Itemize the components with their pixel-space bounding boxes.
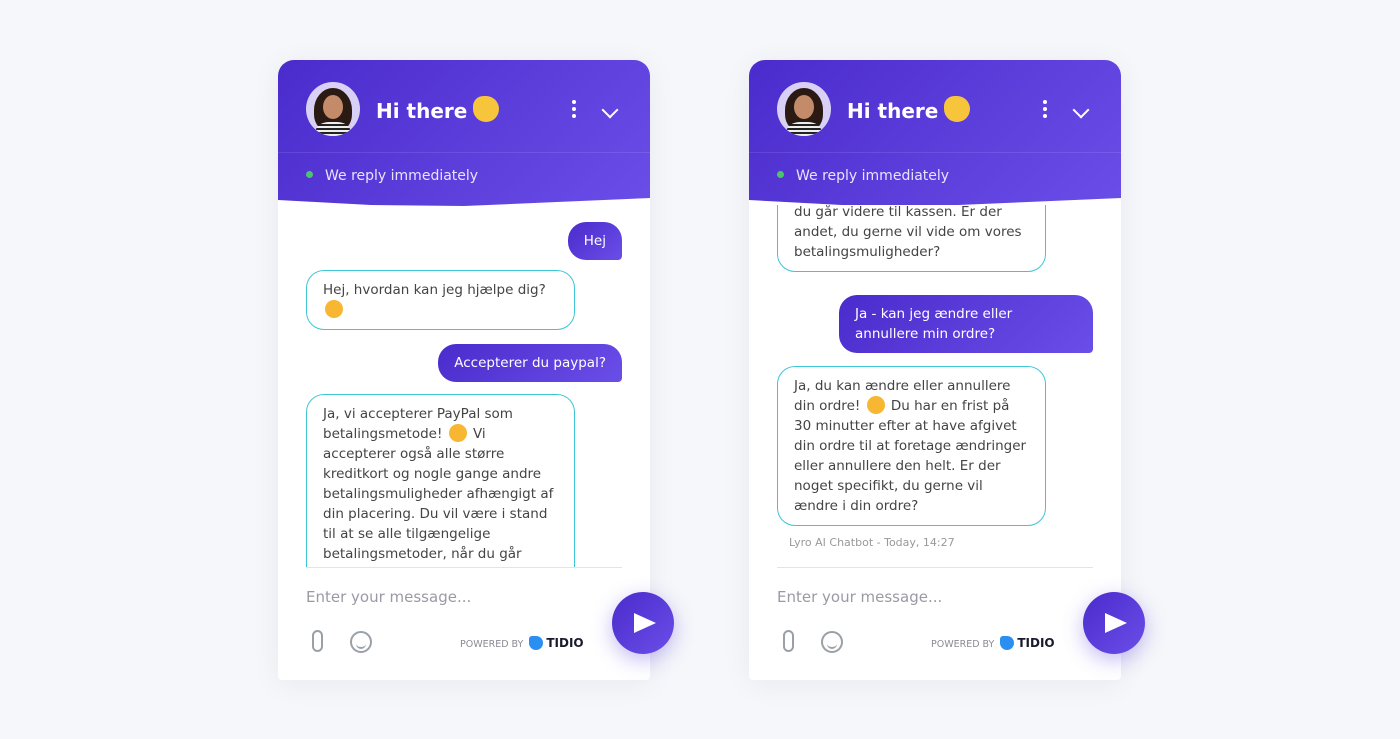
attachment-icon[interactable]	[312, 630, 323, 652]
waving-hand-icon	[944, 96, 971, 122]
header-title: Hi there	[376, 96, 500, 123]
smiling-emoji-icon	[325, 300, 343, 318]
message-text: Vi accepterer også alle større kreditkor…	[323, 426, 554, 567]
brand-name: TIDIO	[546, 636, 584, 650]
message-text: Du har en frist på 30 minutter efter at …	[794, 398, 1027, 514]
brand-name: TIDIO	[1017, 636, 1055, 650]
smiling-emoji-icon	[448, 424, 467, 442]
powered-by-label: POWERED BY	[931, 639, 995, 650]
bot-message: du går videre til kassen. Er der andet, …	[777, 205, 1046, 272]
attachment-icon[interactable]	[783, 630, 794, 652]
emoji-icon[interactable]	[350, 631, 372, 653]
more-vertical-icon[interactable]	[568, 98, 580, 122]
chat-widget-right: Hi there We reply immediately du går vid…	[749, 60, 1145, 680]
header-title: Hi there	[847, 96, 971, 123]
bot-message: Ja, vi accepterer PayPal som betalingsme…	[306, 394, 575, 567]
send-button[interactable]	[1083, 592, 1145, 654]
message-list[interactable]: Hej Hej, hvordan kan jeg hjælpe dig? Acc…	[278, 205, 650, 567]
title-text: Hi there	[376, 99, 468, 123]
chevron-down-icon[interactable]	[1072, 101, 1090, 119]
powered-by[interactable]: POWERED BY TIDIO	[460, 636, 584, 650]
message-input[interactable]	[777, 588, 1057, 606]
tidio-logo-icon	[1000, 636, 1015, 650]
message-input[interactable]	[306, 588, 586, 606]
chat-widget-left: Hi there We reply immediately Hej Hej, h…	[278, 60, 674, 680]
title-text: Hi there	[847, 99, 939, 123]
more-vertical-icon[interactable]	[1039, 98, 1051, 122]
waving-hand-icon	[473, 96, 500, 122]
powered-by[interactable]: POWERED BY TIDIO	[931, 636, 1055, 650]
emoji-icon[interactable]	[821, 631, 843, 653]
message-list[interactable]: du går videre til kassen. Er der andet, …	[749, 205, 1121, 567]
powered-by-label: POWERED BY	[460, 639, 524, 650]
bot-message: Ja, du kan ændre eller annullere din ord…	[777, 366, 1046, 526]
avatar	[306, 82, 360, 136]
bot-message: Hej, hvordan kan jeg hjælpe dig?	[306, 270, 575, 330]
online-dot	[777, 171, 784, 178]
chat-header: Hi there We reply immediately	[278, 60, 650, 206]
message-timestamp: Lyro AI Chatbot - Today, 14:27	[789, 536, 955, 549]
tidio-logo-icon	[529, 636, 544, 650]
avatar	[777, 82, 831, 136]
send-button[interactable]	[612, 592, 674, 654]
chat-header: Hi there We reply immediately	[749, 60, 1121, 206]
chevron-down-icon[interactable]	[601, 101, 619, 119]
status-label: We reply immediately	[325, 168, 479, 184]
online-dot	[306, 171, 313, 178]
message-text: Hej, hvordan kan jeg hjælpe dig?	[323, 282, 546, 298]
status-text: We reply immediately	[777, 168, 949, 184]
status-label: We reply immediately	[796, 168, 950, 184]
status-text: We reply immediately	[306, 168, 478, 184]
user-message: Hej	[567, 222, 622, 260]
user-message: Accepterer du paypal?	[438, 344, 622, 382]
smiling-emoji-icon	[866, 396, 885, 414]
user-message: Ja - kan jeg ændre eller annullere min o…	[839, 295, 1093, 353]
